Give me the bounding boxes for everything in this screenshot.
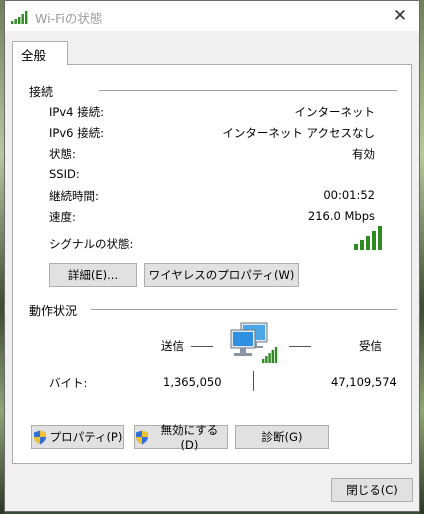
ipv4-value: インターネット bbox=[294, 105, 376, 119]
network-computers-icon bbox=[230, 322, 278, 363]
activity-separator bbox=[253, 371, 254, 391]
desktop-background-right bbox=[420, 0, 424, 514]
tab-general-label: 全般 bbox=[21, 48, 47, 63]
duration-value: 00:01:52 bbox=[323, 188, 375, 202]
state-value: 有効 bbox=[352, 147, 375, 161]
activity-section-label: 動作状況 bbox=[29, 304, 78, 318]
state-label: 状態: bbox=[49, 147, 76, 161]
properties-button[interactable]: プロパティ(P) bbox=[31, 425, 124, 449]
signal-strength-icon bbox=[354, 226, 382, 250]
tab-panel-general: 接続 IPv4 接続: インターネット IPv6 接続: インターネット アクセ… bbox=[12, 64, 412, 464]
uac-shield-icon bbox=[33, 430, 46, 444]
received-label: 受信 bbox=[359, 339, 382, 353]
ipv6-label: IPv6 接続: bbox=[49, 126, 104, 140]
title-bar[interactable]: Wi-Fiの状態 ✕ bbox=[5, 1, 419, 31]
sent-label: 送信 bbox=[161, 339, 184, 353]
uac-shield-icon bbox=[135, 430, 148, 444]
properties-button-label: プロパティ(P) bbox=[49, 430, 123, 444]
tab-general[interactable]: 全般 bbox=[12, 41, 68, 65]
activity-divider bbox=[91, 309, 397, 310]
bytes-received-value: 47,109,574 bbox=[331, 375, 397, 389]
wireless-properties-button[interactable]: ワイヤレスのプロパティ(W) bbox=[144, 263, 299, 287]
details-button[interactable]: 詳細(E)... bbox=[49, 263, 137, 287]
ipv4-label: IPv4 接続: bbox=[49, 105, 104, 119]
ssid-label: SSID: bbox=[49, 167, 80, 181]
speed-value: 216.0 Mbps bbox=[307, 209, 375, 223]
speed-label: 速度: bbox=[49, 210, 76, 224]
connection-divider bbox=[99, 90, 397, 91]
received-dash bbox=[289, 346, 311, 347]
ipv6-value: インターネット アクセスなし bbox=[222, 126, 375, 140]
diagnose-button[interactable]: 診断(G) bbox=[235, 425, 329, 449]
bytes-sent-value: 1,365,050 bbox=[163, 375, 222, 389]
connection-section-label: 接続 bbox=[29, 85, 54, 99]
bytes-label: バイト: bbox=[49, 376, 88, 390]
wifi-signal-icon bbox=[11, 11, 28, 24]
window-title: Wi-Fiの状態 bbox=[35, 11, 103, 26]
wifi-status-dialog: Wi-Fiの状態 ✕ 全般 接続 IPv4 接続: インターネット IPv6 接… bbox=[4, 0, 420, 512]
duration-label: 継続時間: bbox=[49, 189, 99, 203]
disable-button[interactable]: 無効にする(D) bbox=[134, 423, 228, 452]
disable-button-label: 無効にする(D) bbox=[160, 423, 219, 452]
sent-dash bbox=[191, 346, 213, 347]
close-icon[interactable]: ✕ bbox=[389, 6, 411, 26]
signal-quality-label: シグナルの状態: bbox=[49, 237, 134, 251]
close-button[interactable]: 閉じる(C) bbox=[331, 478, 413, 502]
